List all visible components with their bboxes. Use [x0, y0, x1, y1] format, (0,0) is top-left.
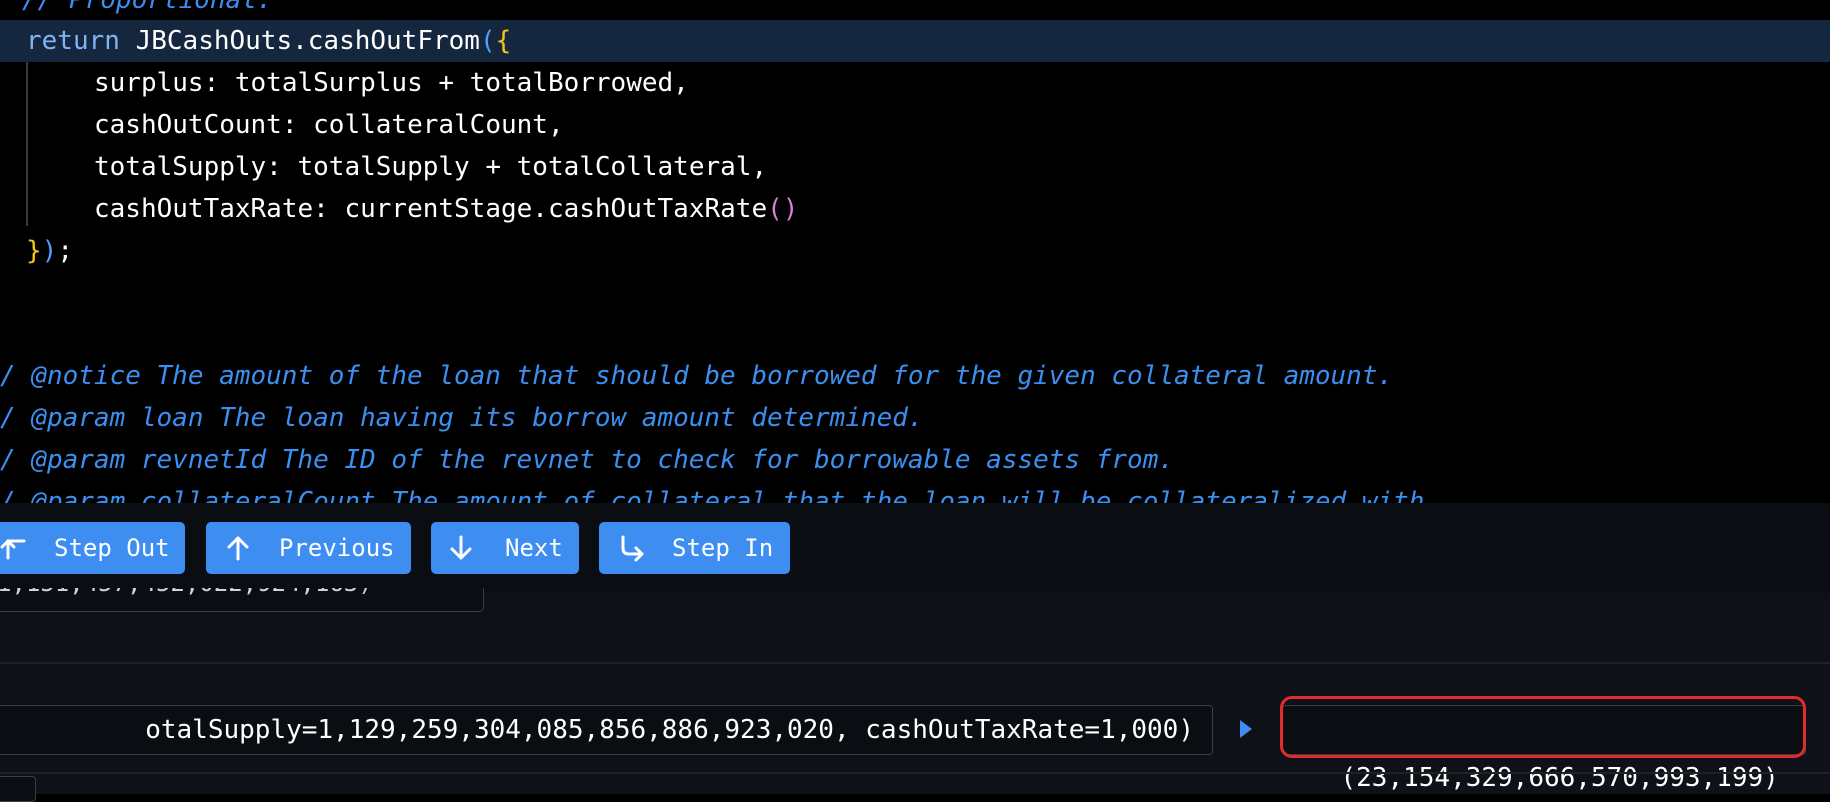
previous-button[interactable]: Previous: [206, 522, 411, 574]
return-keyword: return: [26, 26, 120, 56]
return-value[interactable]: (23,154,329,666,570,993,199): [1282, 705, 1806, 793]
trace-row-stub: [0, 776, 36, 802]
code-line-close: });: [0, 230, 1830, 272]
doc-param-collateral: / @param collateralCount The amount of c…: [0, 487, 1441, 503]
code-editor: // Proportional. return JBCashOuts.cashO…: [0, 0, 1830, 503]
doc-comment-line: / @param revnetId The ID of the revnet t…: [0, 439, 1830, 481]
step-in-button[interactable]: Step In: [599, 522, 790, 574]
doc-comment-line: / @notice The amount of the loan that sh…: [0, 355, 1830, 397]
step-out-button[interactable]: Step Out: [0, 522, 185, 574]
next-button[interactable]: Next: [431, 522, 579, 574]
previous-value-text: 1,151,457,452,022,924,163): [0, 588, 373, 598]
doc-notice: / @notice The amount of the loan that sh…: [0, 361, 1394, 391]
code-line-arg: cashOutTaxRate: currentStage.cashOutTaxR…: [0, 188, 1830, 230]
step-in-icon: [621, 535, 644, 562]
previous-trace-value: 1,151,457,452,022,924,163): [0, 588, 484, 612]
doc-param-revnet: / @param revnetId The ID of the revnet t…: [0, 445, 1174, 475]
call-arguments-text: otalSupply=1,129,259,304,085,856,886,923…: [145, 715, 1194, 745]
divider: [0, 772, 1830, 774]
open-brace: {: [495, 26, 512, 56]
step-in-label: Step In: [672, 534, 774, 562]
code-line-arg: surplus: totalSurplus + totalBorrowed,: [0, 62, 1830, 104]
arg-total-supply: totalSupply: totalSupply + totalCollater…: [94, 152, 768, 182]
return-value-text: (23,154,329,666,570,993,199): [1340, 763, 1779, 793]
call-arguments[interactable]: otalSupply=1,129,259,304,085,856,886,923…: [0, 705, 1213, 755]
arg-cashout-count: cashOutCount: collateralCount,: [94, 110, 564, 140]
doc-param-loan: / @param loan The loan having its borrow…: [0, 403, 924, 433]
arrow-down-icon: [450, 535, 472, 560]
code-line-arg: cashOutCount: collateralCount,: [0, 104, 1830, 146]
divider: [0, 662, 1830, 664]
arg-tax-rate: cashOutTaxRate: currentStage.cashOutTaxR…: [94, 194, 768, 224]
call-name: JBCashOuts.cashOutFrom: [135, 26, 480, 56]
code-line-comment: // Proportional.: [0, 0, 1830, 21]
comment-text: // Proportional.: [22, 0, 273, 15]
arrow-up-icon: [227, 536, 249, 561]
code-line-arg: totalSupply: totalSupply + totalCollater…: [0, 146, 1830, 188]
doc-comment-line: / @param loan The loan having its borrow…: [0, 397, 1830, 439]
step-out-label: Step Out: [54, 534, 170, 562]
semicolon: ;: [57, 236, 73, 266]
doc-comment-line: / @param collateralCount The amount of c…: [0, 481, 1830, 503]
open-paren: (: [479, 26, 496, 56]
current-line: return JBCashOuts.cashOutFrom({: [0, 20, 1830, 62]
previous-label: Previous: [279, 534, 395, 562]
close-brace: }: [26, 236, 42, 266]
play-arrow-icon[interactable]: [1238, 718, 1254, 740]
call-parens: (): [767, 194, 799, 224]
next-label: Next: [505, 534, 563, 562]
close-paren: ): [41, 236, 58, 266]
step-out-icon: [0, 539, 26, 560]
arg-surplus: surplus: totalSurplus + totalBorrowed,: [94, 68, 689, 98]
